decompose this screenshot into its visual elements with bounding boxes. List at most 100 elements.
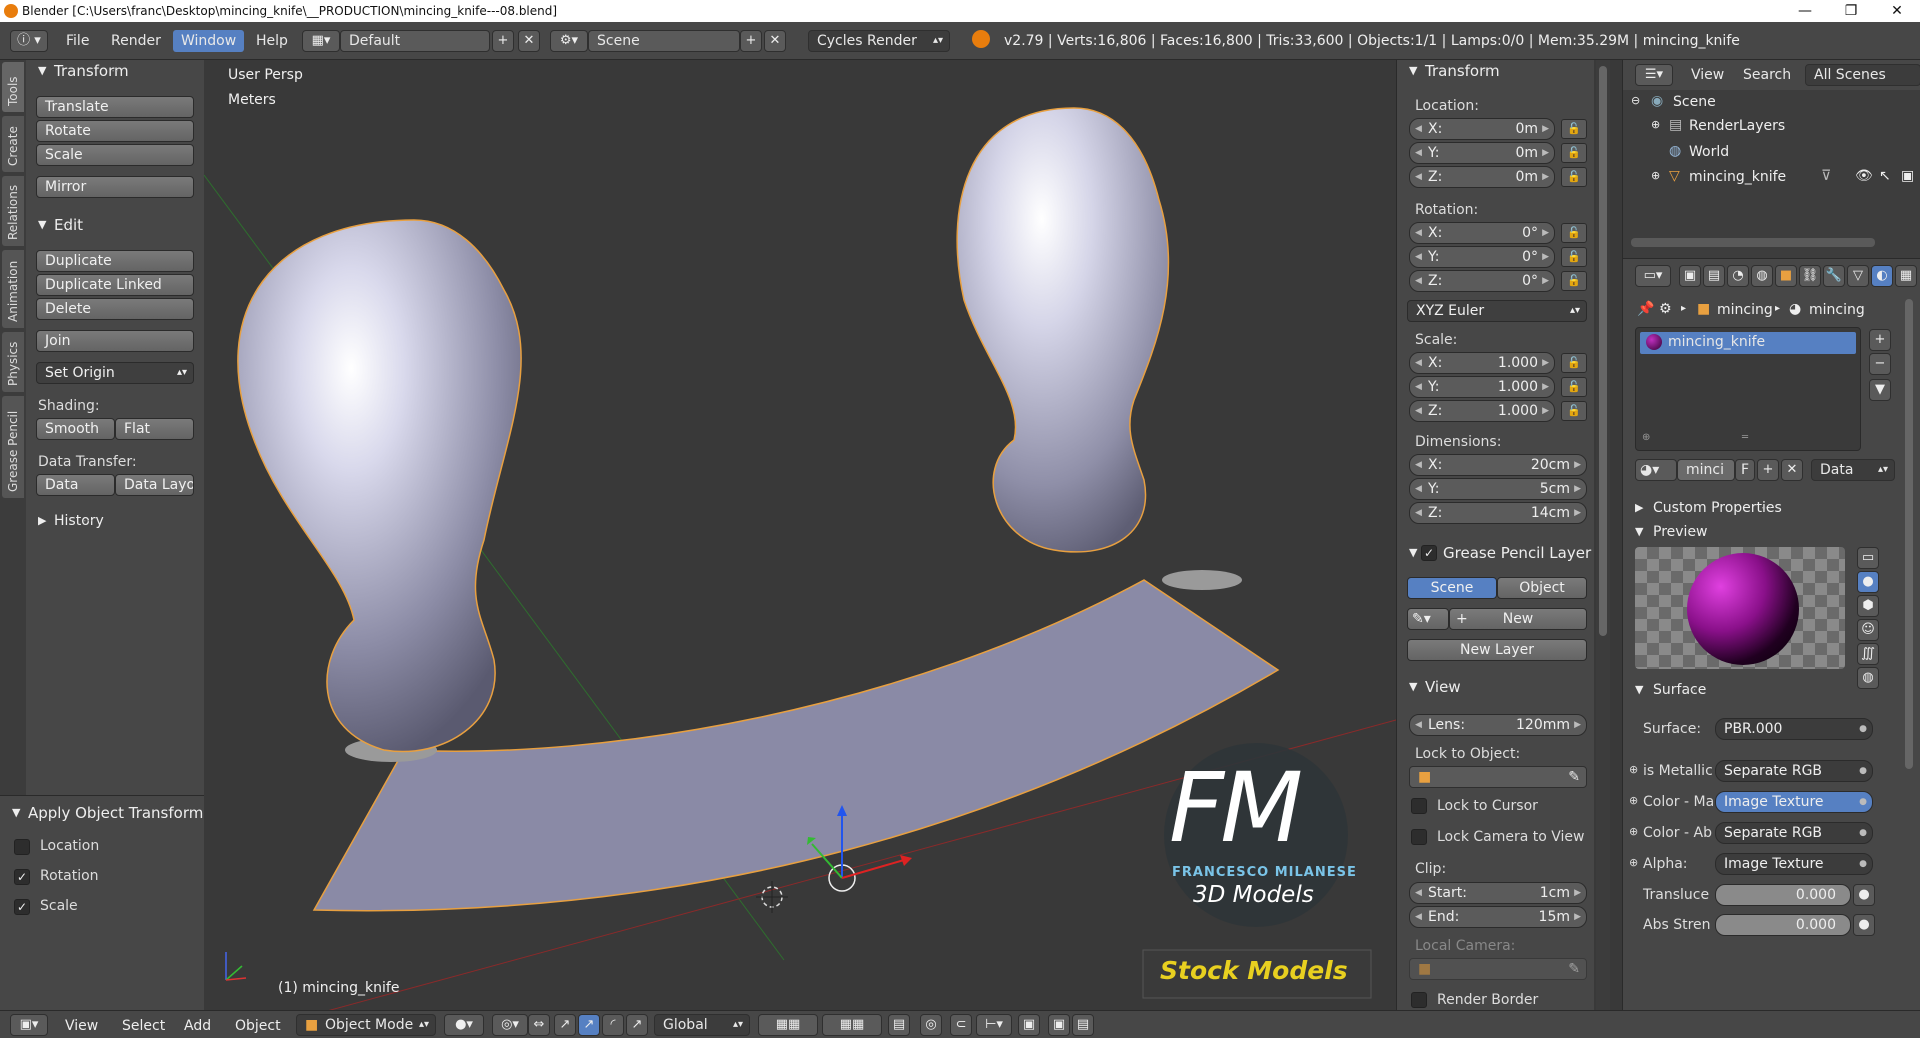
preview-sphere-icon[interactable]: ● [1857, 571, 1879, 593]
clip-end-field[interactable]: ◀ End: 15m ▶ [1409, 906, 1587, 928]
menu-view[interactable]: View [65, 1016, 98, 1036]
drag-grip-icon[interactable]: ⋯ [1685, 679, 1696, 701]
rotate-manipulator-icon[interactable]: ↗ [578, 1014, 600, 1036]
shade-flat-button[interactable]: Flat [115, 418, 194, 440]
abs-strength-slider[interactable]: 0.000 [1715, 914, 1851, 936]
material-slot-item[interactable]: mincing_knife [1640, 332, 1856, 354]
arrow-left-icon[interactable]: ◀ [1415, 883, 1422, 903]
new-layer-button[interactable]: New Layer [1407, 639, 1587, 661]
custom-properties-header[interactable]: ▶ Custom Properties ⋯ [1623, 497, 1782, 519]
shade-smooth-button[interactable]: Smooth [36, 418, 115, 440]
outliner-scrollbar[interactable] [1631, 238, 1875, 247]
screen-layout-icon[interactable]: ▦▾ [302, 30, 340, 52]
node-link-icon[interactable]: ● [1859, 719, 1867, 739]
lock-icon[interactable]: 🔓 [1561, 167, 1587, 187]
screen-layout-field[interactable]: Default [340, 30, 490, 52]
arrow-left-icon[interactable]: ◀ [1415, 167, 1422, 187]
view-panel-header[interactable]: ▼ View ⋯ [1397, 676, 1461, 698]
render-layers-tab-icon[interactable]: ▤ [1703, 265, 1725, 287]
drag-grip-icon[interactable]: ⋯ [1687, 521, 1698, 543]
lock-icon[interactable]: 🔓 [1561, 223, 1587, 243]
list-resize-grip-icon[interactable]: ═ [1742, 432, 1748, 443]
cursor-select-icon[interactable]: ↖ [1879, 168, 1891, 184]
location-y-field[interactable]: ◀ Y: 0m ▶ [1409, 142, 1555, 164]
edit-panel-header[interactable]: ▼ Edit ⋯ [26, 214, 83, 236]
breadcrumb-material[interactable]: mincing [1809, 302, 1865, 318]
location-x-field[interactable]: ◀ X: 0m ▶ [1409, 118, 1555, 140]
eyedropper-icon[interactable]: ✎ [1568, 767, 1580, 787]
expand-icon[interactable]: ⊕ [1651, 169, 1660, 182]
scale-manipulator-icon[interactable]: ◜ [602, 1014, 624, 1036]
arrow-left-icon[interactable]: ◀ [1415, 377, 1422, 397]
menu-help[interactable]: Help [248, 30, 296, 52]
arrow-right-icon[interactable]: ▶ [1574, 883, 1581, 903]
scale-button[interactable]: Scale [36, 144, 194, 166]
texture-tab-icon[interactable]: ▦ [1895, 265, 1917, 287]
mirror-button[interactable]: Mirror [36, 176, 194, 198]
lock-icon[interactable]: 🔓 [1561, 271, 1587, 291]
left-handle[interactable] [237, 219, 522, 753]
outliner-view-menu[interactable]: View [1691, 64, 1724, 86]
snap-toggle-icon[interactable]: ⊂ [950, 1014, 972, 1036]
drag-grip-icon[interactable]: ⋯ [1440, 676, 1451, 698]
arrow-left-icon[interactable]: ◀ [1415, 119, 1422, 139]
data-transfer-button[interactable]: Data [36, 474, 115, 496]
pivot-point-icon[interactable]: ◎▾ [492, 1014, 528, 1036]
menu-select[interactable]: Select [122, 1016, 165, 1036]
translate-button[interactable]: Translate [36, 96, 194, 118]
preview-flat-icon[interactable]: ▭ [1857, 547, 1879, 569]
camera-render-icon[interactable]: ▣ [1901, 168, 1914, 184]
arrow-right-icon[interactable]: ▶ [1542, 167, 1549, 187]
lock-icon[interactable]: 🔓 [1561, 119, 1587, 139]
arrow-right-icon[interactable]: ▶ [1574, 715, 1581, 735]
n-panel-scrollbar[interactable] [1596, 60, 1610, 1010]
gp-scene-tab[interactable]: Scene [1407, 577, 1497, 599]
clip-start-field[interactable]: ◀ Start: 1cm ▶ [1409, 882, 1587, 904]
render-engine-dropdown[interactable]: Cycles Render ▴▾ [808, 30, 950, 52]
eyedropper-icon[interactable]: ✎ [1568, 959, 1580, 979]
transform-orientation-dropdown[interactable]: Global ▴▾ [654, 1014, 750, 1036]
outliner-mincing-knife[interactable]: mincing_knife [1689, 169, 1786, 185]
breadcrumb-object[interactable]: mincing [1717, 302, 1773, 318]
scale-checkbox[interactable]: ✓ [14, 899, 30, 915]
arrow-right-icon[interactable]: ▶ [1574, 503, 1581, 523]
modifiers-tab-icon[interactable]: 🔧 [1823, 265, 1845, 287]
arrow-left-icon[interactable]: ◀ [1415, 247, 1422, 267]
surface-node-field[interactable]: PBR.000 ● [1715, 718, 1873, 740]
lock-layers-icon[interactable]: ▤ [888, 1014, 910, 1036]
arrow-left-icon[interactable]: ◀ [1415, 907, 1422, 927]
fake-user-button[interactable]: F [1735, 459, 1755, 481]
opengl-animation-icon[interactable]: ▤ [1072, 1014, 1094, 1036]
remove-slot-icon[interactable]: − [1869, 353, 1891, 375]
arrow-right-icon[interactable]: ▶ [1542, 271, 1549, 291]
n-transform-header[interactable]: ▼ Transform ⋯ [1397, 60, 1500, 82]
rotation-z-field[interactable]: ◀ Z: 0° ▶ [1409, 270, 1555, 292]
lock-object-field[interactable]: ■ ✎ [1409, 766, 1587, 788]
expand-icon[interactable]: ⊕ [1629, 856, 1638, 869]
gp-object-tab[interactable]: Object [1497, 577, 1587, 599]
surface-header[interactable]: ▼ Surface ⋯ [1623, 679, 1706, 701]
data-tab-icon[interactable]: ▽ [1847, 265, 1869, 287]
list-options-icon[interactable]: ⊕ [1642, 432, 1650, 443]
layers-grid-1-icon[interactable]: ▦▦ [758, 1014, 818, 1036]
expand-icon[interactable]: ⊕ [1629, 825, 1638, 838]
outliner-editor-icon[interactable]: ☰▾ [1635, 64, 1673, 86]
mode-dropdown[interactable]: ■ Object Mode ▴▾ [296, 1014, 436, 1036]
lock-icon[interactable]: 🔓 [1561, 377, 1587, 397]
outliner-world[interactable]: World [1689, 144, 1729, 160]
outliner-filter-dropdown[interactable]: All Scenes [1805, 64, 1920, 86]
menu-object[interactable]: Object [235, 1016, 281, 1036]
tab-tools[interactable]: Tools [2, 62, 24, 112]
location-checkbox[interactable] [14, 839, 30, 855]
menu-add[interactable]: Add [184, 1016, 211, 1036]
duplicate-button[interactable]: Duplicate [36, 250, 194, 272]
scene-tab-icon[interactable]: ◔ [1727, 265, 1749, 287]
arrow-right-icon[interactable]: ▶ [1542, 353, 1549, 373]
arrow-left-icon[interactable]: ◀ [1415, 715, 1422, 735]
set-origin-dropdown[interactable]: Set Origin ▴▾ [36, 362, 194, 384]
node-link-icon[interactable]: ● [1859, 823, 1867, 843]
node-link-icon[interactable]: ● [1853, 914, 1875, 936]
constraints-tab-icon[interactable]: ⛓ [1799, 265, 1821, 287]
3d-view-editor-icon[interactable]: ▣▾ [10, 1014, 48, 1036]
location-z-field[interactable]: ◀ Z: 0m ▶ [1409, 166, 1555, 188]
